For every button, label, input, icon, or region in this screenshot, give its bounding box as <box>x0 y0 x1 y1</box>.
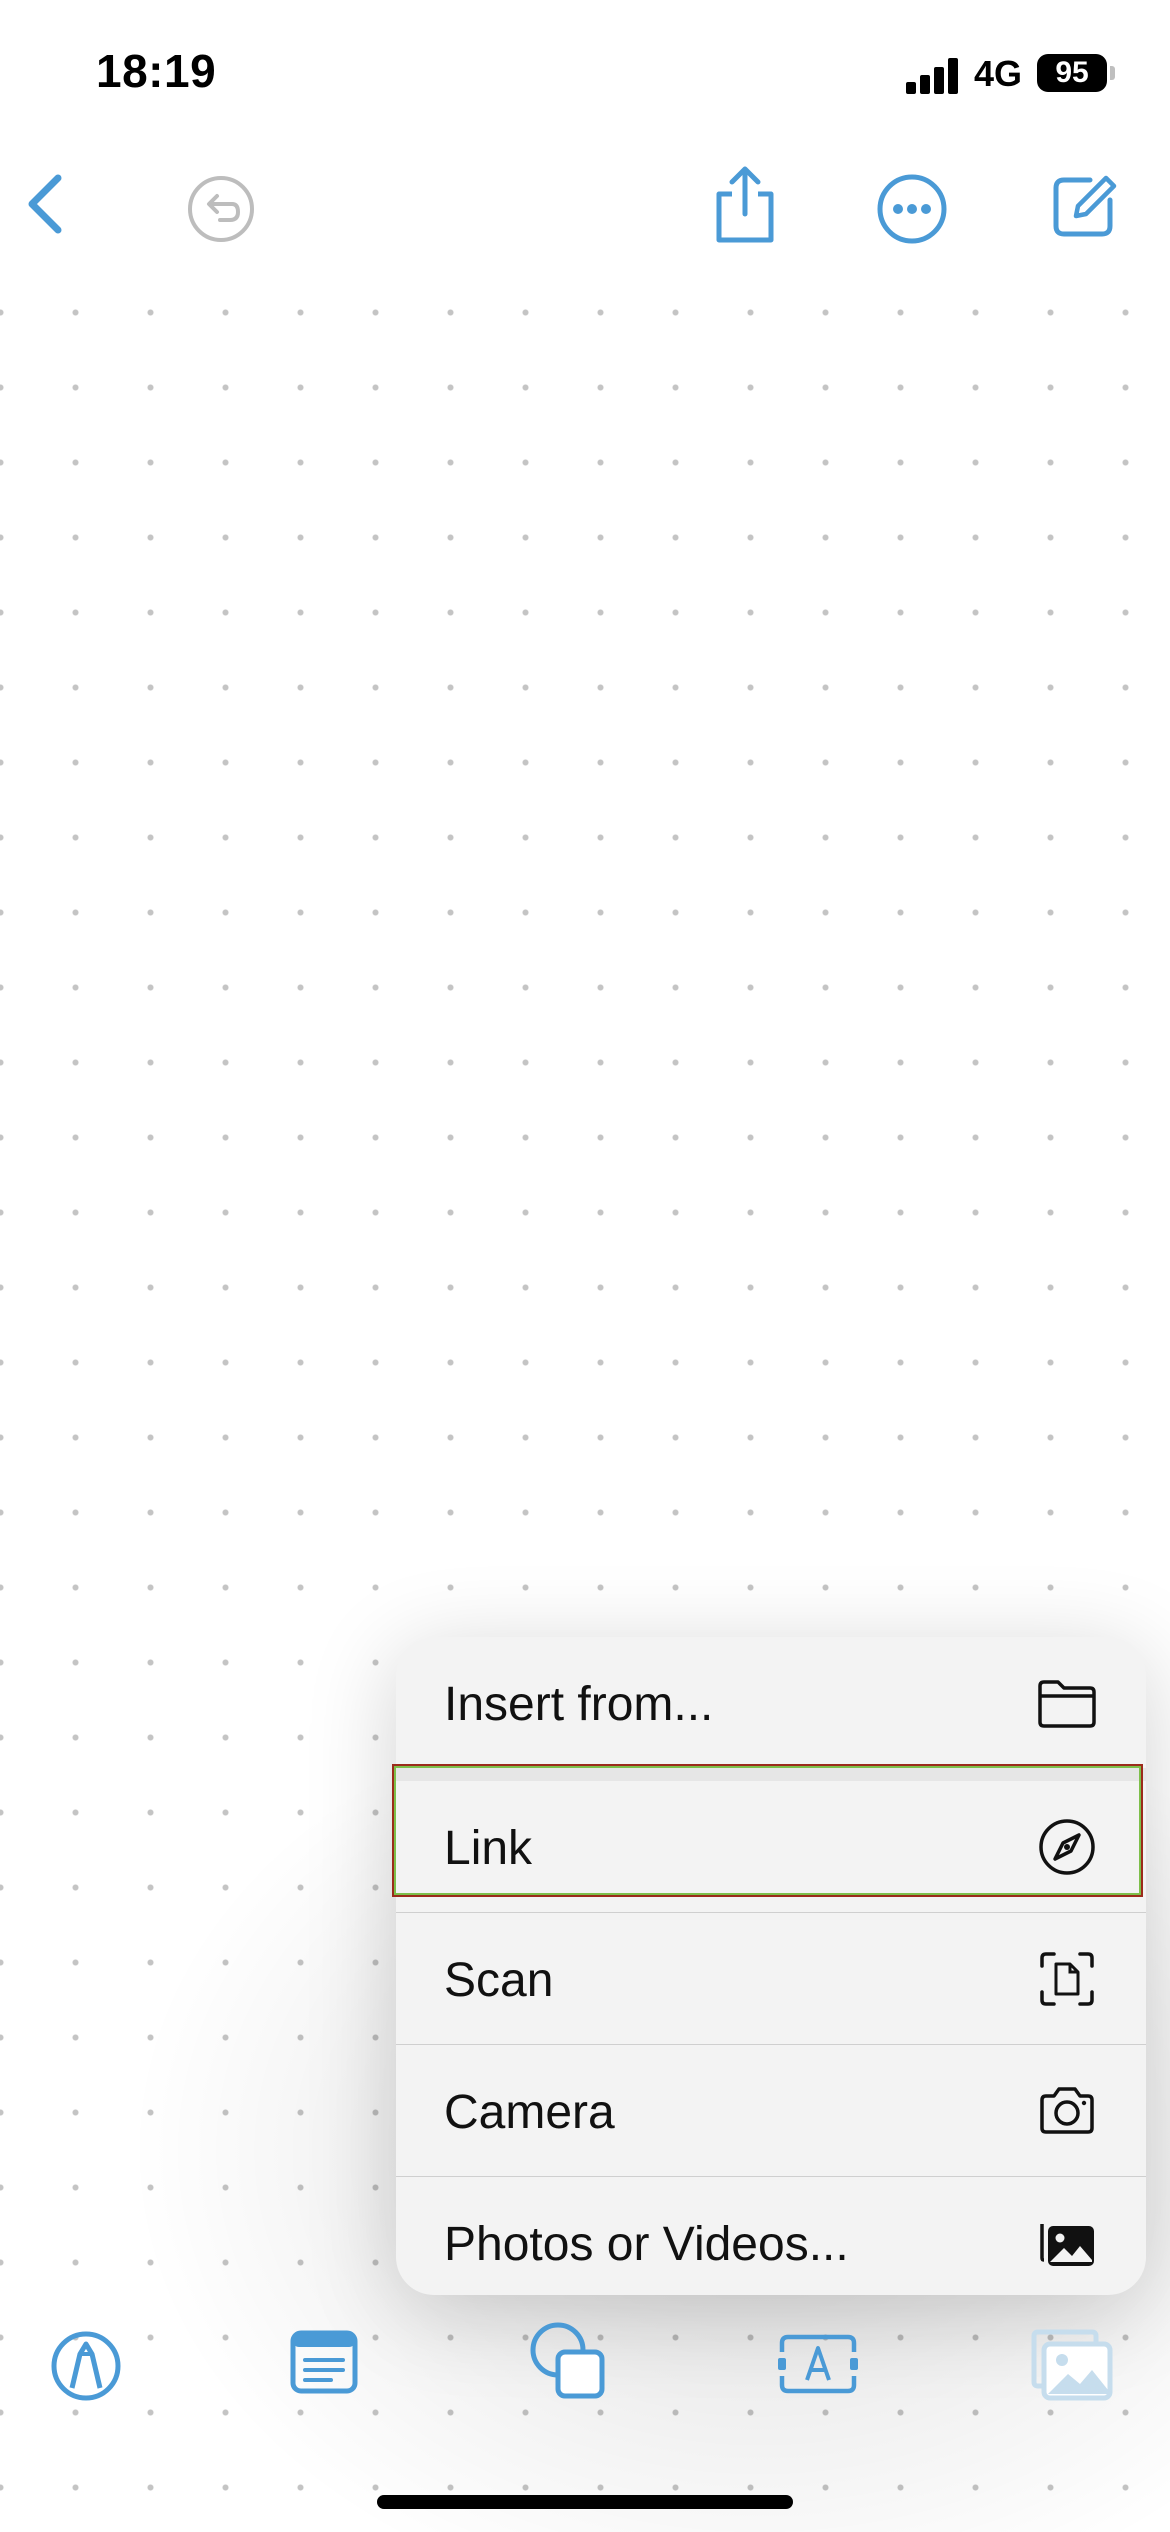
menu-item-link[interactable]: Link <box>396 1781 1146 1912</box>
menu-item-label: Scan <box>444 1954 554 2007</box>
text-box-icon[interactable] <box>778 2334 858 2394</box>
shapes-icon[interactable] <box>528 2320 608 2402</box>
photos-icon <box>1040 2224 1094 2266</box>
menu-item-label: Link <box>444 1822 533 1875</box>
status-time: 18:19 <box>96 45 217 97</box>
battery-tip-icon <box>1110 66 1115 80</box>
menu-item-label: Camera <box>444 2086 615 2139</box>
menu-item-label: Insert from... <box>444 1678 714 1731</box>
undo-icon[interactable] <box>186 174 256 244</box>
chevron-left-icon[interactable] <box>22 172 68 236</box>
menu-item-photos-videos[interactable]: Photos or Videos... <box>396 2177 1146 2295</box>
pen-icon[interactable] <box>50 2330 122 2402</box>
folder-icon <box>1038 1680 1096 1728</box>
menu-item-label: Photos or Videos... <box>444 2218 849 2271</box>
menu-item-camera[interactable]: Camera <box>396 2045 1146 2176</box>
cellular-signal-icon <box>906 56 960 94</box>
menu-item-insert-from[interactable]: Insert from... <box>396 1637 1146 1768</box>
menu-section-divider <box>396 1768 1146 1781</box>
insert-menu: Insert from... Link Scan Camera Photos o… <box>396 1637 1146 2295</box>
media-icon <box>1031 2329 1113 2401</box>
document-scan-icon <box>1040 1952 1094 2006</box>
compass-icon <box>1039 1819 1095 1875</box>
sticky-note-icon[interactable] <box>290 2330 358 2394</box>
home-indicator[interactable] <box>377 2495 793 2509</box>
camera-icon <box>1040 2087 1094 2134</box>
network-type: 4G <box>974 53 1023 94</box>
share-icon[interactable] <box>712 164 778 244</box>
battery-level: 95 <box>1037 54 1107 92</box>
menu-item-scan[interactable]: Scan <box>396 1913 1146 2044</box>
compose-icon[interactable] <box>1050 172 1118 240</box>
ellipsis-circle-icon[interactable] <box>876 173 948 245</box>
